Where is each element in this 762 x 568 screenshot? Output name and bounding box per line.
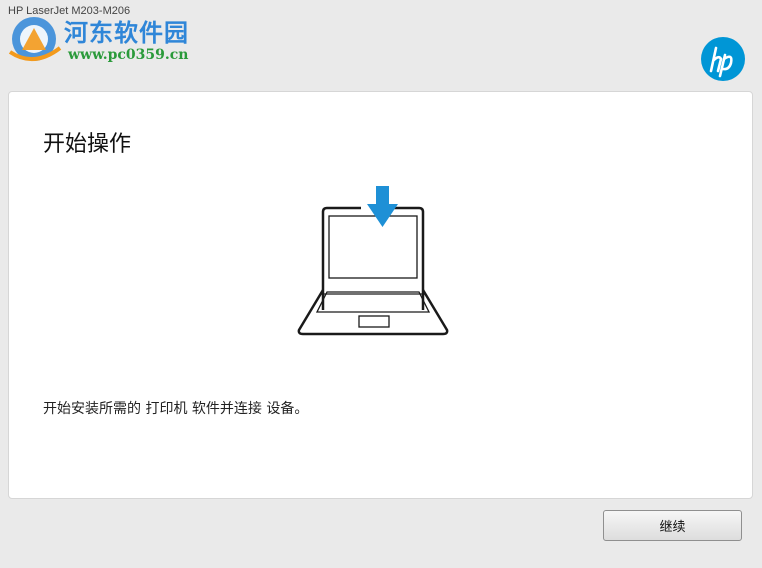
- continue-button[interactable]: 继续: [603, 510, 742, 541]
- description-text: 开始安装所需的 打印机 软件并连接 设备。: [43, 401, 309, 417]
- watermark-site-url: www.pc0359.cn: [68, 47, 189, 63]
- content-panel: 开始操作 开始安装所需的 打印机 软件并连接 设备。: [8, 91, 753, 499]
- hp-logo-icon: [701, 37, 745, 81]
- page-title: 开始操作: [43, 132, 132, 157]
- watermark-logo-icon: [8, 17, 62, 61]
- laptop-download-icon: [297, 186, 449, 336]
- watermark-site-name: 河东软件园: [64, 19, 189, 47]
